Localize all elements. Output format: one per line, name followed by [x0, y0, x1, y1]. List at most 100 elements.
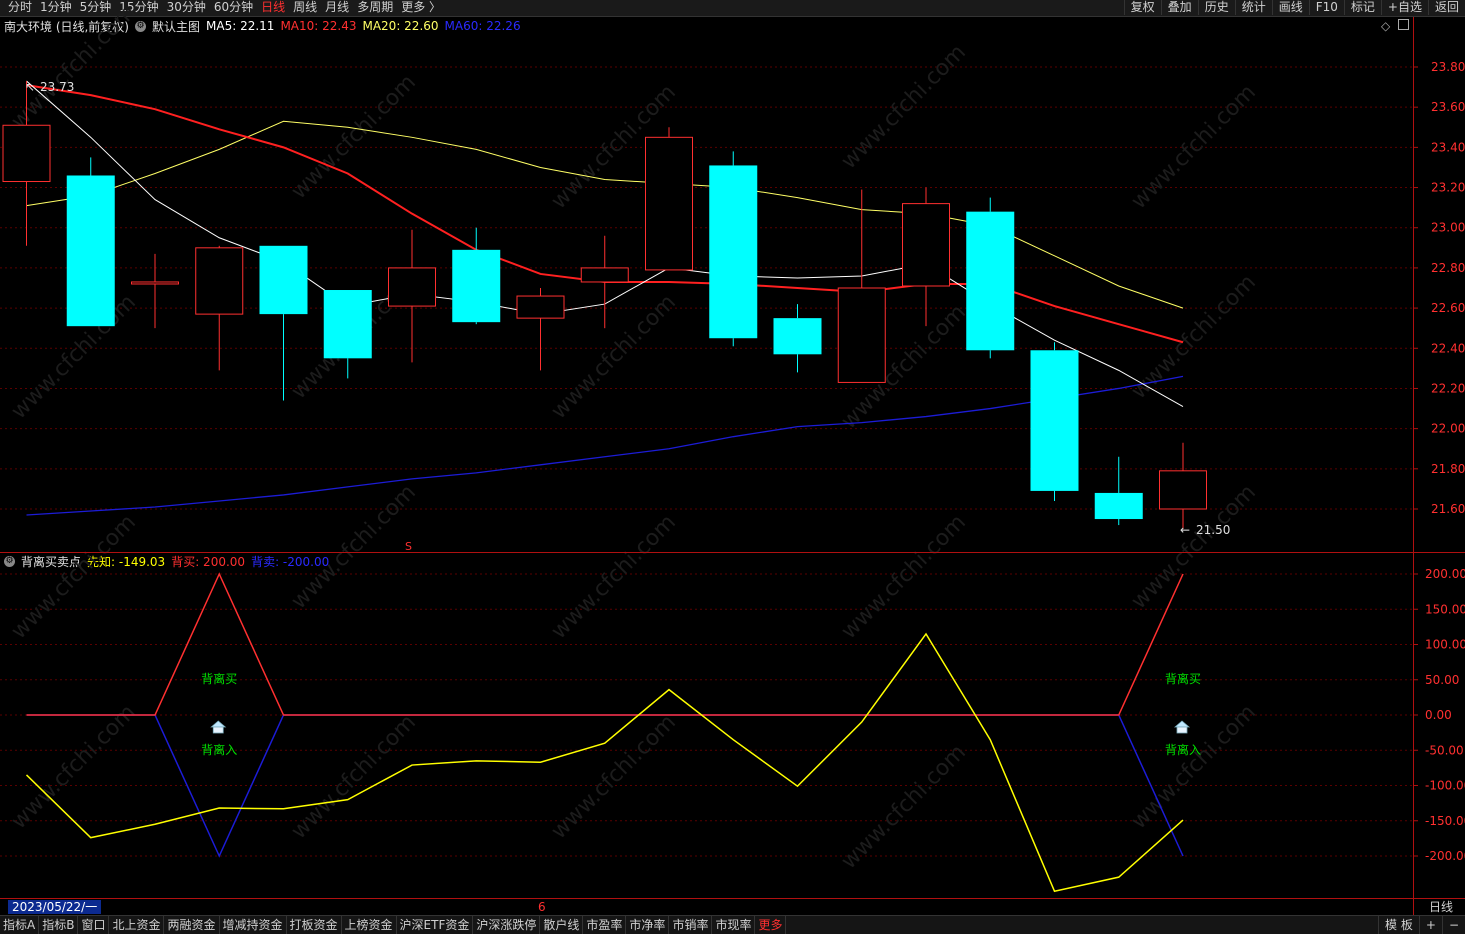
candle-body-up	[837, 287, 886, 383]
indicator-tab[interactable]: 市销率	[669, 916, 713, 934]
ma60-line	[26, 375, 1184, 516]
period-toolbar: 分时 1分钟 5分钟 15分钟 30分钟 60分钟 日线 周线 月线 多周期 更多 〉 复权 叠加 历史…	[0, 0, 1465, 17]
price-tick-label: 23.60	[1431, 100, 1465, 114]
indicator-tick-label: 50.00	[1425, 673, 1459, 687]
indicator-tab[interactable]: 窗口	[78, 916, 110, 934]
axes: 23.80 23.60 23.40 23.20 23.00 22.80 22.60 22.40…	[0, 17, 1465, 915]
grid-lines	[0, 66, 1413, 857]
price-tick-label: 21.80	[1431, 462, 1465, 476]
period-tab[interactable]: 周线	[289, 0, 321, 16]
period-tab[interactable]: 15分钟	[115, 0, 162, 16]
indicator-tab[interactable]: 打板资金	[287, 916, 342, 934]
watermark-text: www.cfchi.com	[287, 710, 421, 844]
watermark-text: www.cfchi.com	[287, 70, 421, 204]
s-marker: S	[405, 540, 412, 553]
price-tick-label: 23.20	[1431, 181, 1465, 195]
indicator-tab[interactable]: 市现率	[712, 916, 756, 934]
candle-body-up	[131, 281, 179, 285]
toolbar-button[interactable]: 标记	[1343, 0, 1381, 15]
xianzhi-label: 先知: -149.03	[87, 554, 166, 569]
period-tab[interactable]: 1分钟	[36, 0, 76, 16]
indicator-tab[interactable]: 更多	[755, 916, 787, 934]
candle-body-up	[645, 136, 693, 271]
indicator-tab[interactable]: 市净率	[626, 916, 670, 934]
toolbar-button[interactable]: 统计	[1234, 0, 1272, 15]
settings-gear-icon[interactable]: ⚙	[135, 20, 146, 32]
candle-body-down	[452, 249, 501, 323]
candle-body-down	[323, 290, 372, 359]
price-tick-label: 22.60	[1431, 301, 1465, 315]
ma20-label: MA20: 22.60	[362, 19, 439, 33]
bottom-tabs: 指标A 指标B 窗口 北上资金 两融资金 增减持资金 打板资金 上榜资金 沪深ETF资金 沪深涨跌…	[0, 916, 1465, 934]
price-tick-label: 22.20	[1431, 381, 1465, 395]
indicator-tab[interactable]: 散户线	[540, 916, 584, 934]
template-name[interactable]: 默认主图	[152, 18, 200, 35]
watermark-text: www.cfchi.com	[1127, 700, 1261, 834]
watermark-text: www.cfchi.com	[7, 510, 141, 644]
bottom-control-button[interactable]: +	[1418, 916, 1442, 934]
diamond-icon[interactable]: ◇	[1381, 19, 1390, 33]
indicator-tab[interactable]: 指标A	[0, 916, 40, 934]
indicator-tab[interactable]: 指标B	[39, 916, 79, 934]
indicator-tab[interactable]: 市盈率	[583, 916, 627, 934]
period-tab[interactable]: 日线	[257, 0, 289, 16]
indicator-title[interactable]: 背离买卖点	[21, 553, 81, 570]
house-roof	[1173, 720, 1191, 728]
period-tab[interactable]: 分时	[4, 0, 36, 16]
candle-body-down	[1030, 350, 1079, 491]
period-label: 日线	[1428, 900, 1453, 914]
toolbar-button[interactable]: +自选	[1380, 0, 1428, 15]
indicator-gear-icon[interactable]: ⚙	[4, 555, 15, 567]
kline-chart[interactable]: www.cfchi.com www.cfchi.com www.cfchi.com w…	[0, 0, 1465, 933]
candle-body-down	[966, 211, 1015, 351]
indicator-tab[interactable]: 北上资金	[109, 916, 165, 934]
toolbar-button[interactable]: F10	[1308, 0, 1344, 15]
toolbar-button[interactable]: 叠加	[1160, 0, 1198, 15]
divergence-indicator: 背离买背离入 背离买背离入	[25, 572, 1201, 893]
watermark-text: www.cfchi.com	[1127, 270, 1261, 404]
period-tab[interactable]: 30分钟	[163, 0, 210, 16]
candle-body-up	[902, 203, 950, 287]
xianzhi-line	[25, 632, 1184, 893]
candles	[2, 81, 1207, 530]
watermark-text: www.cfchi.com	[1127, 80, 1261, 214]
bottom-control-button[interactable]: −	[1441, 916, 1465, 934]
period-tab[interactable]: 月线	[321, 0, 353, 16]
indicator-tab[interactable]: 增减持资金	[220, 916, 287, 934]
low-price-marker: 21.50	[1196, 523, 1230, 537]
indicator-tick-label: 0.00	[1425, 708, 1452, 722]
bottom-control-button[interactable]: 模 板	[1378, 916, 1419, 934]
watermark-text: www.cfchi.com	[547, 710, 681, 844]
expand-icon[interactable]	[1398, 19, 1409, 30]
enter-signal-label: 背离入	[201, 742, 237, 757]
watermark-text: www.cfchi.com	[547, 290, 681, 424]
indicator-tab[interactable]: 沪深ETF资金	[397, 916, 474, 934]
period-tab[interactable]: 多周期	[353, 0, 397, 16]
indicator-tick-label: -200.00	[1425, 849, 1465, 863]
toolbar-button[interactable]: 画线	[1271, 0, 1309, 15]
indicator-tab[interactable]: 沪深涨跌停	[473, 916, 541, 934]
low-arrow-icon: ←	[1180, 523, 1190, 537]
toolbar-button[interactable]: 历史	[1197, 0, 1235, 15]
period-tab[interactable]: 5分钟	[76, 0, 116, 16]
price-tick-label: 22.40	[1431, 341, 1465, 355]
high-price-marker: 23.73	[40, 80, 74, 94]
candle-body-up	[1159, 470, 1207, 510]
period-tab[interactable]: 60分钟	[210, 0, 257, 16]
watermark-text: www.cfchi.com	[547, 80, 681, 214]
period-tab[interactable]: 更多 〉	[397, 0, 445, 16]
candle-body-up	[388, 267, 436, 307]
main-info-bar: 南大环境 (日线,前复权) ⚙ 默认主图 MA5: 22.11 MA10: 22…	[0, 17, 527, 35]
candle-body-down	[709, 165, 758, 339]
indicator-tick-label: -50.00	[1425, 743, 1464, 757]
indicator-tab[interactable]: 上榜资金	[342, 916, 397, 934]
beimai-sell-line	[26, 714, 1184, 858]
watermark-text: www.cfchi.com	[547, 510, 681, 644]
indicator-tick-label: 100.00	[1425, 638, 1465, 652]
price-tick-label: 22.80	[1431, 261, 1465, 275]
indicator-tick-label: -100.00	[1425, 779, 1465, 793]
toolbar-button[interactable]: 复权	[1123, 0, 1161, 15]
toolbar-button[interactable]: 返回	[1427, 0, 1465, 15]
indicator-tab[interactable]: 两融资金	[164, 916, 220, 934]
watermark-text: www.cfchi.com	[287, 270, 421, 404]
